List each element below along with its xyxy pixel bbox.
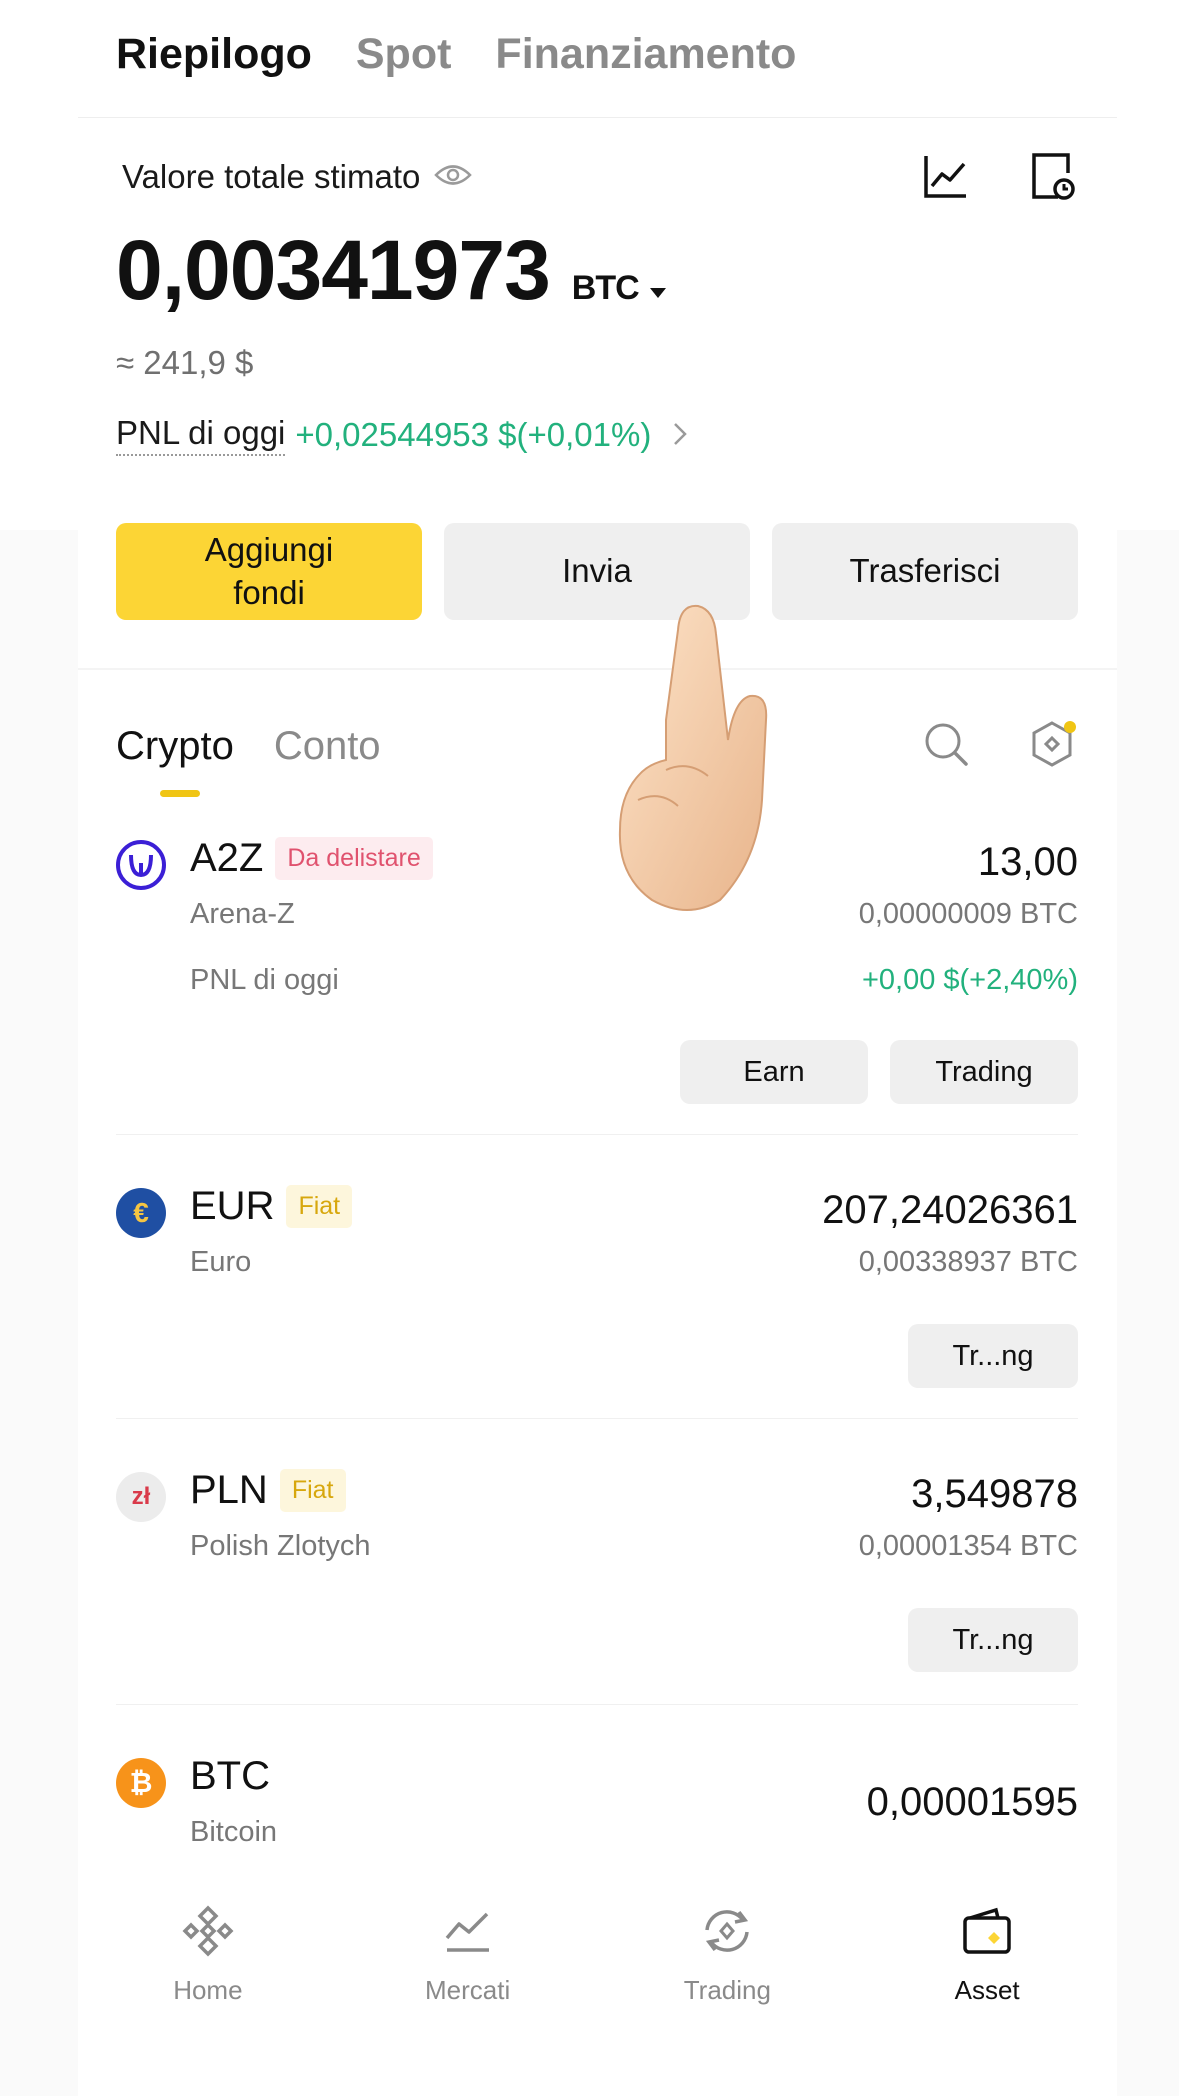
fiat-badge: Fiat: [279, 1469, 346, 1512]
row-divider: [116, 1418, 1078, 1419]
active-tab-indicator: [160, 790, 200, 797]
coin-symbol: BTC: [190, 1754, 270, 1798]
market-chart-icon: [441, 1904, 495, 1963]
asset-row-btc[interactable]: ₿ BTC Bitcoin 0,00001595: [116, 1754, 1078, 1858]
binance-logo-icon: [181, 1904, 235, 1963]
total-value-amount: 0,00341973: [116, 223, 551, 317]
asset-type-tabs: Crypto Conto: [116, 724, 381, 769]
tab-finanziamento[interactable]: Finanziamento: [495, 30, 796, 79]
nav-home[interactable]: Home: [78, 1870, 338, 2020]
pnl-chart-icon[interactable]: [920, 150, 972, 202]
euro-coin-icon: €: [116, 1188, 166, 1238]
row-divider: [116, 1704, 1078, 1705]
left-background-top: [0, 0, 78, 530]
asset-row-pln[interactable]: zł PLN Fiat Polish Zlotych 3,549878 0,00…: [116, 1468, 1078, 1672]
wallet-icon: [960, 1904, 1014, 1963]
coin-amount: 207,24026361: [822, 1188, 1078, 1232]
coin-symbol: PLN: [190, 1468, 268, 1512]
row-divider: [116, 1134, 1078, 1135]
nav-mercati[interactable]: Mercati: [338, 1870, 598, 2020]
bitcoin-coin-icon: ₿: [116, 1758, 166, 1808]
delist-badge: Da delistare: [275, 837, 433, 880]
earn-button[interactable]: Earn: [680, 1040, 868, 1104]
trading-button[interactable]: Tr...ng: [908, 1324, 1078, 1388]
nav-label: Trading: [683, 1975, 771, 2005]
send-button[interactable]: Invia: [444, 523, 750, 620]
divider: [78, 117, 1117, 118]
tab-riepilogo[interactable]: Riepilogo: [116, 30, 312, 79]
coin-btc-value: 0,00338937 BTC: [858, 1246, 1078, 1278]
approx-usd-value: ≈ 241,9 $: [116, 344, 254, 381]
zloty-coin-icon: zł: [116, 1472, 166, 1522]
coin-symbol: EUR: [190, 1184, 275, 1228]
coin-symbol: A2Z: [190, 836, 264, 880]
chevron-right-icon: [673, 416, 688, 454]
transfer-button[interactable]: Trasferisci: [772, 523, 1078, 620]
coin-amount: 13,00: [977, 840, 1078, 884]
section-divider: [78, 668, 1117, 670]
coin-pnl-label: PNL di oggi: [190, 964, 339, 996]
today-pnl-row[interactable]: PNL di oggi +0,02544953 $(+0,01%): [116, 414, 688, 456]
search-icon[interactable]: [920, 718, 972, 770]
nav-label: Home: [173, 1975, 243, 2005]
nav-trading[interactable]: Trading: [598, 1870, 858, 2020]
add-funds-button[interactable]: Aggiungi fondi: [116, 523, 422, 620]
asset-page: Riepilogo Spot Finanziamento Valore tota…: [78, 0, 1117, 2096]
coin-btc-value: 0,00001354 BTC: [858, 1530, 1078, 1562]
add-funds-label: Aggiungi fondi: [204, 530, 334, 611]
tab-conto[interactable]: Conto: [274, 724, 381, 769]
top-tab-bar: Riepilogo Spot Finanziamento: [116, 30, 796, 79]
asset-row-a2z[interactable]: A2Z Da delistare Arena-Z 13,00 0,0000000…: [116, 836, 1078, 1110]
currency-unit-label: BTC: [571, 269, 640, 307]
today-pnl-label: PNL di oggi: [116, 414, 286, 456]
tab-crypto[interactable]: Crypto: [116, 724, 234, 769]
eye-icon[interactable]: [434, 158, 473, 196]
coin-name-row: EUR Fiat: [190, 1184, 353, 1229]
coin-amount: 0,00001595: [866, 1780, 1078, 1824]
total-value-label-row: Valore totale stimato: [122, 158, 473, 196]
history-document-icon[interactable]: [1026, 150, 1078, 202]
nav-label: Asset: [954, 1975, 1020, 2005]
right-background-top: [1117, 0, 1179, 530]
coin-full-name: Bitcoin: [190, 1816, 278, 1848]
bottom-navigation: Home Mercati Trading Asset: [78, 1870, 1117, 2020]
fiat-badge: Fiat: [286, 1185, 353, 1228]
nav-label: Mercati: [425, 1975, 511, 2005]
coin-amount: 3,549878: [911, 1472, 1078, 1516]
total-value-label: Valore totale stimato: [122, 158, 421, 195]
settings-hexagon-icon[interactable]: [1026, 718, 1078, 770]
trading-swap-icon: [699, 1904, 755, 1963]
coin-name-row: PLN Fiat: [190, 1468, 346, 1513]
coin-pnl-value: +0,00 $(+2,40%): [861, 964, 1078, 996]
coin-name-row: BTC: [190, 1754, 270, 1799]
trading-button[interactable]: Tr...ng: [908, 1608, 1078, 1672]
caret-down-icon: [649, 269, 667, 308]
a2z-coin-icon: [116, 840, 166, 890]
coin-name-row: A2Z Da delistare: [190, 836, 433, 881]
tab-spot[interactable]: Spot: [356, 30, 452, 79]
coin-full-name: Euro: [190, 1246, 252, 1278]
today-pnl-value: +0,02544953 $(+0,01%): [295, 416, 652, 453]
coin-btc-value: 0,00000009 BTC: [858, 898, 1078, 930]
trading-button[interactable]: Trading: [890, 1040, 1078, 1104]
total-value: 0,00341973 BTC: [116, 222, 667, 319]
nav-asset[interactable]: Asset: [857, 1870, 1117, 2020]
asset-row-eur[interactable]: € EUR Fiat Euro 207,24026361 0,00338937 …: [116, 1184, 1078, 1388]
currency-unit-selector[interactable]: BTC: [572, 269, 667, 308]
coin-full-name: Arena-Z: [190, 898, 295, 930]
coin-full-name: Polish Zlotych: [190, 1530, 371, 1562]
